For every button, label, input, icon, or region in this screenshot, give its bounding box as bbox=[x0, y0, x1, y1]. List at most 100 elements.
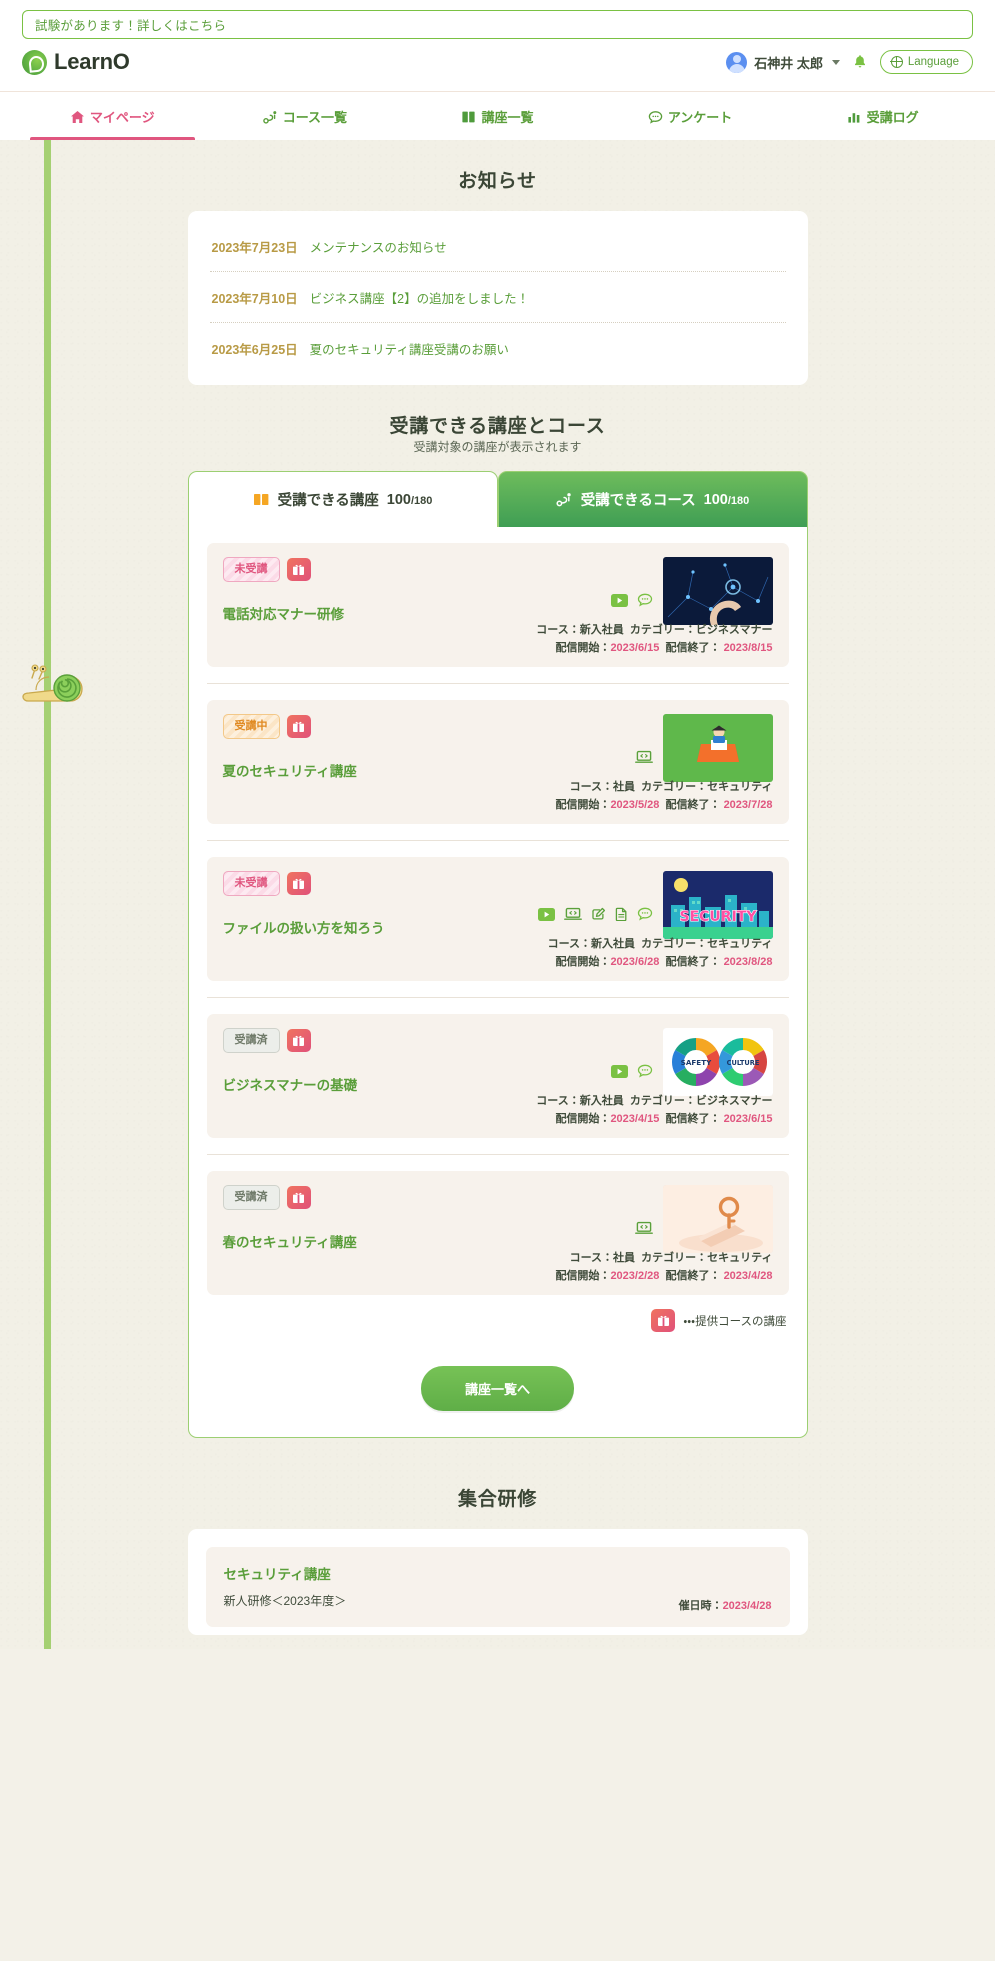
notice-item[interactable]: 2023年6月25日 夏のセキュリティ講座受講のお願い bbox=[209, 322, 786, 373]
course-thumbnail bbox=[662, 714, 773, 782]
category-label: カテゴリー：セキュリティ bbox=[641, 781, 773, 793]
start-date: 2023/4/15 bbox=[610, 1113, 660, 1125]
start-label: 配信開始： bbox=[555, 799, 611, 811]
content-type-icons bbox=[610, 1064, 653, 1083]
comment-icon bbox=[637, 907, 653, 926]
nav-label-lecture-list: 講座一覧 bbox=[481, 110, 534, 125]
course-label: コース：新入社員 bbox=[547, 938, 636, 950]
laptop-icon bbox=[634, 1221, 653, 1240]
nav-label-course-list: コース一覧 bbox=[282, 110, 348, 125]
course-thumbnail: SAFETY CULTURE bbox=[662, 1028, 773, 1096]
category-label: カテゴリー：セキュリティ bbox=[641, 1252, 773, 1264]
group-training-meta: 催日時：2023/4/28 bbox=[679, 1597, 772, 1613]
notice-item[interactable]: 2023年7月10日 ビジネス講座【2】の追加をしました！ bbox=[209, 271, 786, 322]
course-row[interactable]: 未受講 電話対応マナー研修 コース：新入社員 カテゴリー：ビジネスマナー 配信開… bbox=[206, 543, 789, 667]
tab-label-lectures: 受講できる講座 bbox=[277, 493, 379, 509]
nav-item-mypage[interactable]: マイページ bbox=[16, 92, 209, 140]
video-icon bbox=[537, 907, 555, 926]
tab-count-courses: 100 bbox=[703, 491, 728, 508]
end-label: 配信終了： bbox=[665, 1113, 721, 1125]
course-meta: コース：社員 カテゴリー：セキュリティ bbox=[570, 1249, 773, 1265]
start-date: 2023/5/28 bbox=[610, 799, 660, 811]
nav-item-survey[interactable]: アンケート bbox=[594, 92, 787, 140]
course-row[interactable]: 受講済 ビジネスマナーの基礎 SAFETY CULTURE コース：新入社員 カ… bbox=[206, 1014, 789, 1138]
book-icon bbox=[253, 492, 270, 507]
status-badge: 受講済 bbox=[222, 1028, 280, 1053]
course-label: コース：社員 bbox=[569, 781, 636, 793]
tab-total-courses: /180 bbox=[727, 494, 750, 507]
main-nav: マイページ コース一覧 講座一覧 アンケート 受講ログ bbox=[0, 91, 995, 140]
learno-logo-icon bbox=[22, 49, 47, 75]
language-label: Language bbox=[907, 56, 959, 68]
gift-icon bbox=[286, 1028, 311, 1052]
course-label: コース：新入社員 bbox=[536, 624, 624, 636]
end-label: 配信終了： bbox=[665, 799, 721, 811]
course-row[interactable]: 受講中 夏のセキュリティ講座 コース：社員 カテゴリー：セキュリティ 配信開始：… bbox=[206, 700, 789, 824]
course-row[interactable]: 受講済 春のセキュリティ講座 コース：社員 カテゴリー：セキュリティ 配信開始：… bbox=[206, 1171, 789, 1295]
divider bbox=[206, 1154, 789, 1155]
status-badge: 未受講 bbox=[222, 557, 280, 582]
gift-icon bbox=[286, 1185, 311, 1209]
gift-icon bbox=[651, 1309, 676, 1332]
divider bbox=[206, 683, 789, 684]
end-date: 2023/7/28 bbox=[723, 799, 773, 811]
main-content: お知らせ 2023年7月23日 メンテナンスのお知らせ 2023年7月10日 ビ… bbox=[0, 140, 995, 1649]
course-dates: 配信開始：2023/2/28 配信終了： 2023/4/28 bbox=[555, 1267, 772, 1283]
end-date: 2023/8/15 bbox=[723, 642, 773, 654]
group-training-meta-label: 催日時： bbox=[678, 1600, 723, 1612]
tab-total-lectures: /180 bbox=[411, 494, 433, 507]
course-label: コース：新入社員 bbox=[536, 1095, 624, 1107]
notices-title: お知らせ bbox=[458, 171, 537, 192]
status-badge: 受講済 bbox=[222, 1185, 280, 1210]
document-icon bbox=[615, 907, 628, 926]
course-thumbnail bbox=[662, 557, 773, 625]
nav-item-log[interactable]: 受講ログ bbox=[786, 92, 979, 140]
course-row[interactable]: 未受講 ファイルの扱い方を知ろう SECURITY コース：新入社員 カテゴリー… bbox=[206, 857, 789, 981]
nav-item-course-list[interactable]: コース一覧 bbox=[209, 92, 402, 140]
course-thumbnail: SECURITY bbox=[662, 871, 773, 939]
nav-label-mypage: マイページ bbox=[89, 110, 155, 125]
route-icon bbox=[556, 492, 573, 507]
category-label: カテゴリー：ビジネスマナー bbox=[629, 624, 773, 636]
tab-label-courses: 受講できるコース bbox=[580, 493, 696, 509]
nav-label-survey: アンケート bbox=[667, 110, 733, 125]
start-date: 2023/6/28 bbox=[610, 956, 660, 968]
content-type-icons bbox=[610, 593, 653, 612]
bar-chart-icon bbox=[847, 109, 862, 124]
end-date: 2023/8/28 bbox=[723, 956, 773, 968]
content-type-icons bbox=[537, 907, 653, 926]
end-date: 2023/4/28 bbox=[723, 1270, 773, 1282]
gift-icon bbox=[286, 871, 311, 895]
language-button[interactable]: Language bbox=[879, 50, 973, 74]
tab-count-lectures: 100 bbox=[386, 491, 411, 508]
user-avatar-icon bbox=[726, 51, 748, 73]
nav-label-log: 受講ログ bbox=[866, 110, 919, 125]
group-training-item-title[interactable]: セキュリティ講座 bbox=[224, 1563, 772, 1583]
exam-notice-banner[interactable]: 試験があります！詳しくはこちら bbox=[22, 10, 973, 39]
tab-available-lectures[interactable]: 受講できる講座 100/180 bbox=[187, 471, 498, 527]
courses-panel: 未受講 電話対応マナー研修 コース：新入社員 カテゴリー：ビジネスマナー 配信開… bbox=[187, 527, 808, 1438]
laptop-icon bbox=[563, 907, 582, 926]
bell-icon[interactable] bbox=[853, 54, 867, 71]
course-meta: コース：社員 カテゴリー：セキュリティ bbox=[570, 778, 773, 794]
lecture-list-button[interactable]: 講座一覧へ bbox=[420, 1366, 574, 1411]
group-training-row[interactable]: セキュリティ講座 新人研修＜2023年度＞ 催日時：2023/4/28 bbox=[205, 1547, 790, 1627]
notice-title: 夏のセキュリティ講座受講のお願い bbox=[309, 343, 509, 357]
gift-icon bbox=[286, 714, 311, 738]
header-right: 石神井 太郎 Language bbox=[726, 50, 973, 74]
notice-item[interactable]: 2023年7月23日 メンテナンスのお知らせ bbox=[210, 221, 786, 271]
end-date: 2023/6/15 bbox=[723, 1113, 773, 1125]
user-name: 石神井 太郎 bbox=[754, 55, 823, 71]
divider bbox=[206, 997, 789, 998]
logo[interactable]: LearnO bbox=[22, 49, 130, 75]
user-menu[interactable]: 石神井 太郎 bbox=[726, 51, 840, 73]
course-tabs: 受講できる講座 100/180 受講できるコース 100/180 bbox=[187, 471, 808, 527]
nav-item-lecture-list[interactable]: 講座一覧 bbox=[401, 92, 594, 140]
tab-available-courses[interactable]: 受講できるコース 100/180 bbox=[497, 471, 808, 527]
svg-text:CULTURE: CULTURE bbox=[726, 1059, 759, 1067]
book-icon bbox=[461, 109, 476, 124]
content-type-icons bbox=[634, 1221, 653, 1240]
comment-icon bbox=[637, 1064, 653, 1083]
course-dates: 配信開始：2023/6/28 配信終了： 2023/8/28 bbox=[555, 953, 772, 969]
notice-title: ビジネス講座【2】の追加をしました！ bbox=[309, 292, 530, 306]
